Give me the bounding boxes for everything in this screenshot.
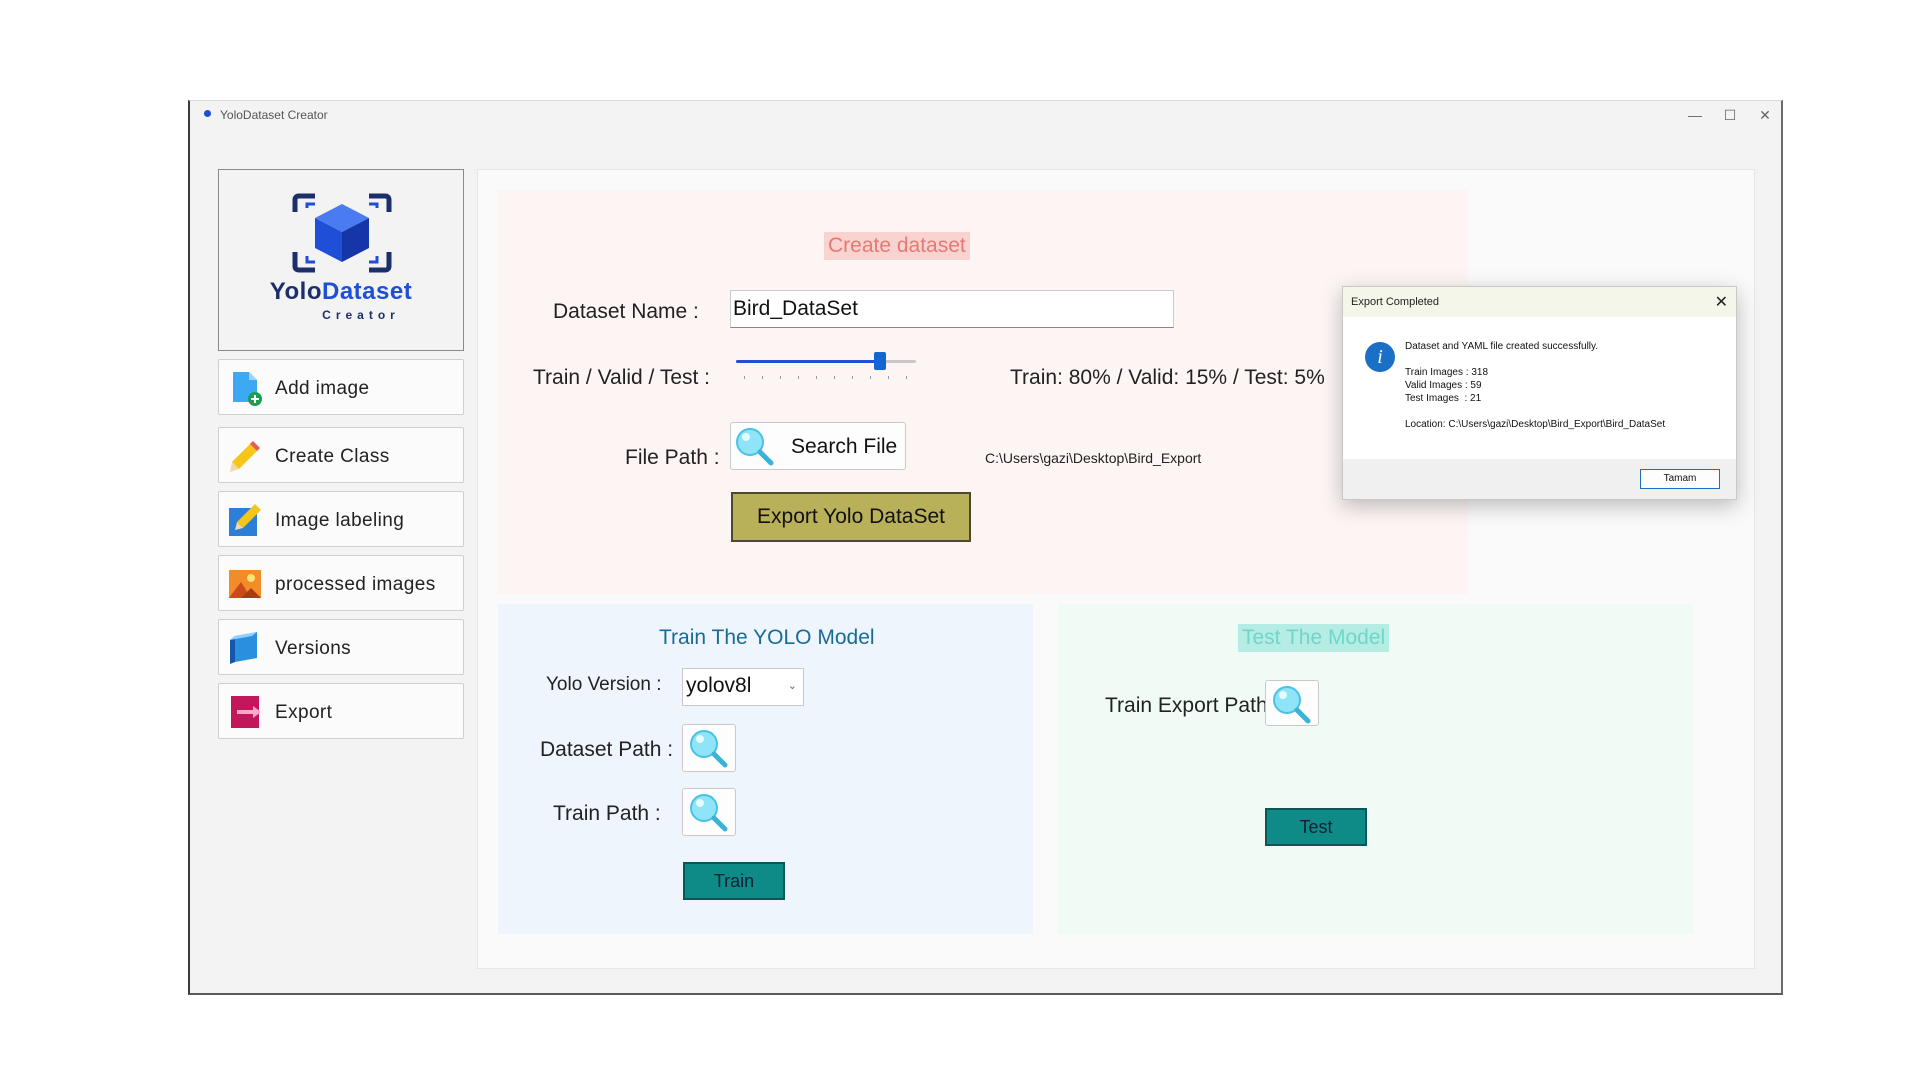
dialog-footer: Tamam [1343,459,1736,499]
slider-tick [888,376,889,379]
split-label: Train / Valid / Test : [533,366,711,389]
dialog-message: Dataset and YAML file created successful… [1405,341,1599,352]
test-model-panel: Test The Model Train Export Path : Test [1058,604,1693,934]
sidebar-item-label: Add image [275,378,370,399]
dataset-path-label: Dataset Path : [540,738,674,761]
slider-fill [736,360,880,363]
sidebar-item-label: processed images [275,574,436,595]
sidebar-item-label: Versions [275,638,352,659]
dataset-name-input[interactable]: Bird_DataSet [730,290,1174,328]
search-icon [736,428,774,466]
slider-tick [762,376,763,379]
train-path-label: Train Path : [553,802,661,825]
sidebar-item-image-labeling[interactable]: Image labeling [218,491,464,547]
create-dataset-title: Create dataset [824,232,970,260]
file-path-value: C:\Users\gazi\Desktop\Bird_Export [985,450,1202,466]
search-file-label: Search File [791,435,898,458]
create-dataset-panel: Create dataset Dataset Name : Bird_DataS… [498,190,1468,594]
title-bar: YoloDataset Creator — ☐ ✕ [190,101,1781,129]
sidebar-item-processed-images[interactable]: processed images [218,555,464,611]
file-path-label: File Path : [625,446,720,469]
test-model-title: Test The Model [1238,624,1390,652]
export-yolo-dataset-button[interactable]: Export Yolo DataSet [731,492,971,542]
logo-cube-icon [292,193,392,273]
slider-tick [834,376,835,379]
search-icon [1273,686,1311,724]
labeling-icon [229,504,261,536]
split-ratio-text: Train: 80% / Valid: 15% / Test: 5% [1010,366,1325,389]
slider-tick [816,376,817,379]
app-icon [204,110,211,117]
train-images-count: Train Images : 318 [1405,367,1489,378]
export-icon [231,696,261,728]
logo-word-dataset: Dataset [322,278,413,305]
slider-tick [906,376,907,379]
picture-icon [229,570,261,598]
cube-icon [230,632,257,664]
dialog-title: Export Completed [1351,296,1440,308]
dialog-location: Location: C:\Users\gazi\Desktop\Bird_Exp… [1405,419,1666,430]
sidebar-item-versions[interactable]: Versions [218,619,464,675]
train-path-browse-button[interactable] [682,788,736,836]
minimize-button[interactable]: — [1680,105,1710,125]
app-window: YoloDataset Creator — ☐ ✕ YoloDataset Cr… [188,100,1783,995]
train-export-path-browse-button[interactable] [1265,680,1319,726]
logo-panel: YoloDataset Creator [218,169,464,351]
sidebar-item-label: Create Class [275,446,390,467]
slider-track [736,360,916,363]
dataset-path-browse-button[interactable] [682,724,736,772]
logo-subtitle: Creator [322,308,400,322]
train-button[interactable]: Train [683,862,785,900]
logo-wordmark: YoloDataset [219,278,463,306]
train-model-panel: Train The YOLO Model Yolo Version : yolo… [498,604,1033,934]
slider-tick [798,376,799,379]
dataset-name-label: Dataset Name : [553,300,699,323]
split-slider[interactable] [736,350,926,390]
sidebar-item-label: Image labeling [275,510,405,531]
sidebar-item-label: Export [275,702,333,723]
export-completed-dialog: Export Completed ✕ i Dataset and YAML fi… [1342,286,1737,500]
yolo-version-label: Yolo Version : [546,674,662,695]
search-icon [690,794,728,832]
window-title: YoloDataset Creator [220,108,328,122]
maximize-button[interactable]: ☐ [1715,105,1745,125]
search-icon [690,730,728,768]
sidebar-item-add-image[interactable]: Add image [218,359,464,415]
dialog-ok-button[interactable]: Tamam [1640,469,1720,489]
slider-thumb[interactable] [874,352,886,370]
slider-tick [852,376,853,379]
train-export-path-label: Train Export Path : [1105,694,1280,717]
slider-tick [744,376,745,379]
sidebar-item-export[interactable]: Export [218,683,464,739]
add-image-icon [233,372,262,406]
test-button[interactable]: Test [1265,808,1367,846]
yolo-version-select[interactable]: yolov8l ⌄ [682,668,804,706]
info-icon: i [1365,342,1395,372]
valid-images-count: Valid Images : 59 [1405,380,1482,391]
yolo-version-value: yolov8l [686,674,752,697]
logo-word-yolo: Yolo [269,278,322,305]
search-file-button[interactable]: Search File [730,422,906,470]
slider-tick [870,376,871,379]
slider-tick [780,376,781,379]
chevron-down-icon: ⌄ [787,680,797,692]
dialog-header: Export Completed ✕ [1343,287,1736,317]
train-model-title: Train The YOLO Model [659,626,875,649]
dialog-close-icon[interactable]: ✕ [1715,292,1728,312]
sidebar-item-create-class[interactable]: Create Class [218,427,464,483]
pencil-icon [230,441,260,472]
close-button[interactable]: ✕ [1750,105,1780,125]
test-images-count: Test Images : 21 [1405,393,1482,404]
